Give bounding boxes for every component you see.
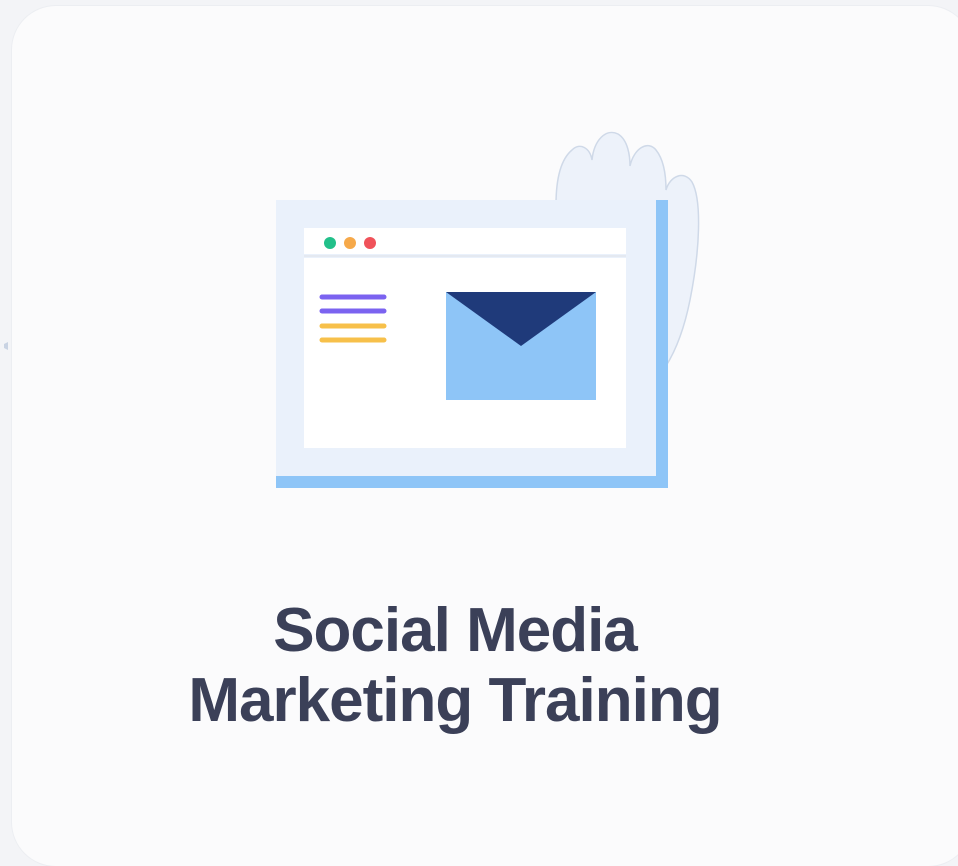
window-dot-red: [364, 237, 376, 249]
edge-mark: [4, 342, 8, 350]
course-title: Social Media Marketing Training: [0, 596, 910, 736]
email-marketing-illustration: [4, 131, 700, 488]
window-dot-orange: [344, 237, 356, 249]
course-title-line2: Marketing Training: [188, 666, 722, 735]
window-dot-green: [324, 237, 336, 249]
course-title-line1: Social Media: [273, 596, 638, 665]
